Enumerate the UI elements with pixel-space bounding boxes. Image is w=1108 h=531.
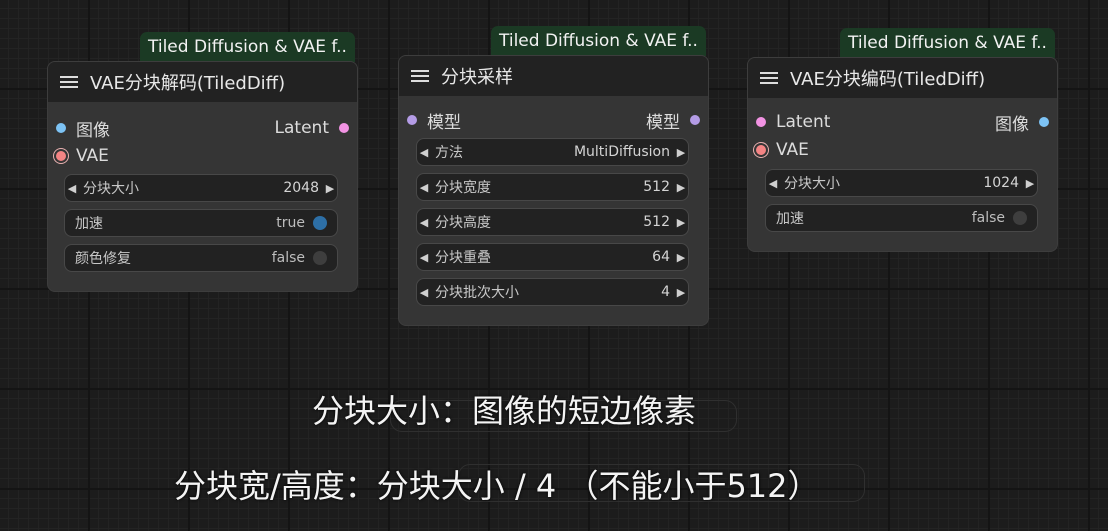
widget-label: 颜色修复	[75, 251, 131, 267]
input-label: VAE	[776, 140, 809, 160]
node-group-badge: Tiled Diffusion & VAE f..	[140, 32, 355, 62]
io-row: 模型 模型	[399, 106, 708, 134]
hamburger-menu-icon[interactable]	[411, 67, 429, 85]
widget-value: MultiDiffusion	[573, 144, 670, 160]
model-input-socket[interactable]	[407, 115, 417, 125]
left-arrow-icon[interactable]: ◀	[417, 251, 431, 264]
caption-tile-size: 分块大小：图像的短边像素	[312, 392, 697, 430]
output-label: 模型	[646, 112, 680, 133]
left-arrow-icon[interactable]: ◀	[417, 146, 431, 159]
node-canvas[interactable]: Tiled Diffusion & VAE f.. VAE分块解码(TiledD…	[0, 0, 1108, 531]
left-arrow-icon[interactable]: ◀	[766, 177, 780, 190]
widget-label: 分块大小	[83, 181, 139, 197]
widget-label: 分块批次大小	[435, 285, 519, 301]
right-arrow-icon[interactable]: ▶	[323, 182, 337, 195]
node-title: VAE分块解码(TiledDiff)	[90, 73, 286, 94]
node-group-badge: Tiled Diffusion & VAE f..	[840, 28, 1055, 58]
left-arrow-icon[interactable]: ◀	[65, 182, 79, 195]
right-arrow-icon[interactable]: ▶	[1023, 177, 1037, 190]
node-group-badge: Tiled Diffusion & VAE f..	[491, 26, 706, 56]
tile-overlap-stepper[interactable]: ◀ 分块重叠 64 ▶	[416, 243, 689, 271]
tile-height-stepper[interactable]: ◀ 分块高度 512 ▶	[416, 208, 689, 236]
vae-input-socket[interactable]	[756, 145, 766, 155]
widget-value: 4	[661, 284, 670, 300]
latent-input-socket[interactable]	[756, 117, 766, 127]
tile-width-stepper[interactable]: ◀ 分块宽度 512 ▶	[416, 173, 689, 201]
right-arrow-icon[interactable]: ▶	[674, 216, 688, 229]
hamburger-menu-icon[interactable]	[760, 69, 778, 87]
tile-batch-size-stepper[interactable]: ◀ 分块批次大小 4 ▶	[416, 278, 689, 306]
io-row: VAE	[748, 136, 1057, 164]
input-label: 图像	[76, 120, 110, 141]
vae-tiled-decode-node[interactable]: VAE分块解码(TiledDiff) 图像 Latent VAE ◀ 分块大小 …	[47, 61, 358, 292]
tile-size-stepper[interactable]: ◀ 分块大小 1024 ▶	[765, 169, 1038, 197]
toggle-indicator[interactable]	[313, 251, 327, 265]
input-label: VAE	[76, 146, 109, 166]
widget-value: 2048	[283, 180, 319, 196]
model-output-socket[interactable]	[690, 115, 700, 125]
vae-tiled-encode-node[interactable]: VAE分块编码(TiledDiff) Latent 图像 VAE ◀ 分块大小 …	[747, 57, 1058, 252]
right-arrow-icon[interactable]: ▶	[674, 146, 688, 159]
widget-value: false	[271, 250, 305, 266]
node-title: 分块采样	[441, 67, 513, 88]
node-header[interactable]: VAE分块编码(TiledDiff)	[748, 58, 1057, 98]
right-arrow-icon[interactable]: ▶	[674, 181, 688, 194]
widget-label: 分块高度	[435, 215, 491, 231]
node-header[interactable]: VAE分块解码(TiledDiff)	[48, 62, 357, 102]
image-input-socket[interactable]	[56, 123, 66, 133]
widget-value: true	[276, 215, 305, 231]
caption-tile-dimensions: 分块宽/高度：分块大小 / 4 （不能小于512）	[174, 467, 820, 505]
color-fix-toggle[interactable]: 颜色修复 false	[64, 244, 338, 272]
vae-input-socket[interactable]	[56, 151, 66, 161]
tiled-sampling-node[interactable]: 分块采样 模型 模型 ◀ 方法 MultiDiffusion ▶ ◀ 分块宽度 …	[398, 55, 709, 326]
latent-output-socket[interactable]	[339, 123, 349, 133]
tile-size-stepper[interactable]: ◀ 分块大小 2048 ▶	[64, 174, 338, 202]
io-row: VAE	[48, 142, 357, 170]
toggle-indicator[interactable]	[313, 216, 327, 230]
method-select[interactable]: ◀ 方法 MultiDiffusion ▶	[416, 138, 689, 166]
input-label: 模型	[427, 112, 461, 133]
widget-value: 1024	[983, 175, 1019, 191]
output-label: Latent	[274, 118, 329, 138]
widget-value: 512	[643, 214, 670, 230]
left-arrow-icon[interactable]: ◀	[417, 181, 431, 194]
widget-label: 分块重叠	[435, 250, 491, 266]
widget-value: false	[971, 210, 1005, 226]
widget-label: 加速	[776, 211, 804, 227]
fast-toggle[interactable]: 加速 false	[765, 204, 1038, 232]
left-arrow-icon[interactable]: ◀	[417, 216, 431, 229]
widget-label: 分块宽度	[435, 180, 491, 196]
right-arrow-icon[interactable]: ▶	[674, 286, 688, 299]
io-row: Latent 图像	[748, 108, 1057, 136]
widget-value: 512	[643, 179, 670, 195]
right-arrow-icon[interactable]: ▶	[674, 251, 688, 264]
input-label: Latent	[776, 112, 831, 132]
toggle-indicator[interactable]	[1013, 211, 1027, 225]
widget-label: 加速	[75, 216, 103, 232]
fast-toggle[interactable]: 加速 true	[64, 209, 338, 237]
widget-value: 64	[652, 249, 670, 265]
image-output-socket[interactable]	[1039, 117, 1049, 127]
io-row: 图像 Latent	[48, 114, 357, 142]
widget-label: 分块大小	[784, 176, 840, 192]
widget-label: 方法	[435, 145, 463, 161]
node-title: VAE分块编码(TiledDiff)	[790, 69, 986, 90]
node-header[interactable]: 分块采样	[399, 56, 708, 96]
left-arrow-icon[interactable]: ◀	[417, 286, 431, 299]
hamburger-menu-icon[interactable]	[60, 73, 78, 91]
output-label: 图像	[995, 114, 1029, 135]
